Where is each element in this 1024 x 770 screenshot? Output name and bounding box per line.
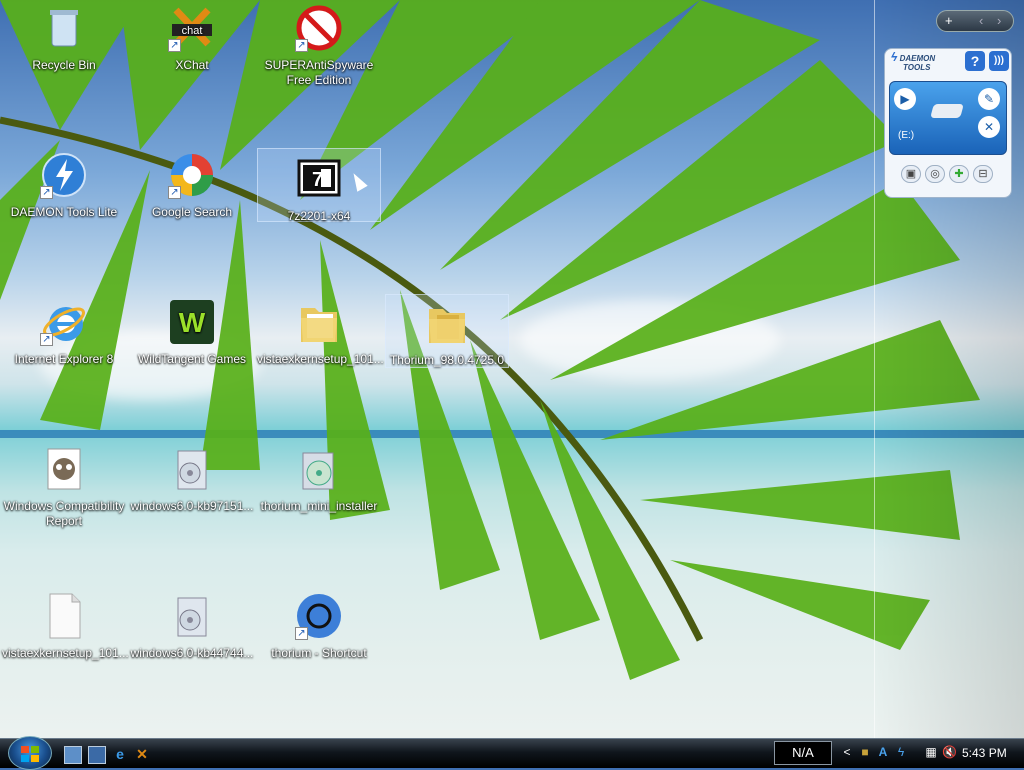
mount-image-icon[interactable]: ◎ <box>925 165 945 183</box>
wildtangent-icon: W <box>168 298 216 346</box>
start-button[interactable] <box>8 736 52 770</box>
desktop-icon-thorium-mini-installer[interactable]: thorium_mini_installer <box>257 445 381 525</box>
daemon-tools-icon: ϟ <box>891 50 898 64</box>
thorium-icon: ↗ <box>295 592 343 640</box>
add-drive-icon[interactable]: ✚ <box>949 165 969 183</box>
desktop-icon-thorium-folder[interactable]: Thorium_98.0.4725.0 <box>385 294 509 368</box>
desktop-icon-recycle-bin[interactable]: Recycle Bin <box>2 4 126 84</box>
desktop-icon-windows6-kb97151[interactable]: windows6.0-kb97151... <box>130 445 254 525</box>
superantispyware-icon: ↗ <box>295 4 343 52</box>
shortcut-arrow-icon: ↗ <box>40 186 53 199</box>
icon-label: vistaexkernsetup_101... <box>2 646 129 660</box>
desktop-icon-xchat[interactable]: chat ↗ XChat <box>130 4 254 84</box>
desktop-icon-google-search[interactable]: ↗ Google Search <box>130 151 254 231</box>
shortcut-arrow-icon: ↗ <box>295 627 308 640</box>
google-search-icon: ↗ <box>168 151 216 199</box>
desktop-icon-wildtangent[interactable]: W WildTangent Games <box>130 298 254 378</box>
rss-icon[interactable]: ))) <box>989 51 1009 71</box>
daemon-tools-icon: ↗ <box>40 151 88 199</box>
desktop-icon-vistaexkernsetup-file[interactable]: vistaexkernsetup_101... <box>2 592 129 672</box>
horizon-decoration <box>0 430 1024 438</box>
close-icon[interactable]: ✕ <box>978 116 1000 138</box>
sidebar-controls: + ‹ › <box>936 10 1014 32</box>
xchat-icon[interactable]: ✕ <box>134 746 150 762</box>
recycle-bin-icon <box>40 4 88 52</box>
icon-label: Thorium_98.0.4725.0 <box>389 353 505 367</box>
windows-logo-icon <box>21 746 39 762</box>
desktop-icon-folder[interactable]: vistaexkernsetup_101... <box>257 298 384 378</box>
internet-explorer-icon[interactable]: e <box>112 746 128 762</box>
daemon-tools-tray-icon[interactable]: ϟ <box>894 745 908 759</box>
folder-icon <box>423 299 471 347</box>
icon-label: DAEMON Tools Lite <box>10 205 118 219</box>
tray-status-box[interactable]: N/A <box>774 741 832 765</box>
desktop-icon-internet-explorer[interactable]: ↗ Internet Explorer 8 <box>2 298 126 378</box>
folder-icon <box>295 298 343 346</box>
add-gadget-button[interactable]: + <box>945 13 953 29</box>
installer-icon <box>295 445 343 493</box>
shortcut-arrow-icon: ↗ <box>168 186 181 199</box>
icon-label: SUPERAntiSpyware Free Edition <box>264 58 374 87</box>
shortcut-arrow-icon: ↗ <box>40 333 53 346</box>
xchat-icon: chat ↗ <box>168 4 216 52</box>
superantispyware-tray-icon[interactable]: ■ <box>858 745 872 759</box>
gadget-title-line2: TOOLS <box>903 63 931 72</box>
lock-icon[interactable]: ▣ <box>901 165 921 183</box>
shortcut-arrow-icon: ↗ <box>168 39 181 52</box>
daemon-tools-gadget: ϟ DAEMON TOOLS ? ))) ▶ ✎ ✕ (E:) ▣ ◎ ✚ ⊟ <box>884 48 1012 198</box>
help-button[interactable]: ? <box>965 51 985 71</box>
icon-label: Windows Compatibility Report <box>3 499 125 528</box>
drive-letter: (E:) <box>898 130 915 141</box>
next-gadgets-button[interactable]: › <box>997 13 1001 29</box>
icon-label: Recycle Bin <box>32 58 96 72</box>
chevron-left-icon[interactable]: < <box>840 745 854 759</box>
icon-label: Internet Explorer 8 <box>14 352 114 366</box>
desktop-icon-daemon-tools[interactable]: ↗ DAEMON Tools Lite <box>2 151 126 231</box>
shortcut-arrow-icon: ↗ <box>295 39 308 52</box>
gadget-title-line1: DAEMON <box>899 54 936 63</box>
icon-label: Google Search <box>151 205 233 219</box>
virtual-drive-panel[interactable]: ▶ ✎ ✕ (E:) <box>889 81 1007 155</box>
drive-icon <box>930 104 964 118</box>
previous-gadgets-button[interactable]: ‹ <box>979 13 983 29</box>
desktop-icon-superantispyware[interactable]: ↗ SUPERAntiSpyware Free Edition <box>257 4 381 87</box>
icon-label: vistaexkernsetup_101... <box>257 352 384 366</box>
taskbar: e ✕ N/A < ■ A ϟ ▦ 🔇 5:43 PM <box>0 736 1024 770</box>
cloud-decoration <box>520 300 780 380</box>
icon-label: thorium_mini_installer <box>260 499 378 513</box>
svg-text:chat: chat <box>182 25 203 37</box>
icon-label: windows6.0-kb97151... <box>130 499 254 513</box>
clock[interactable]: 5:43 PM <box>962 746 1007 760</box>
sidebar-divider <box>874 0 875 738</box>
network-icon[interactable]: ▦ <box>924 745 938 759</box>
show-desktop-icon[interactable] <box>64 746 82 764</box>
desktop-icon-windows6-kb44744[interactable]: windows6.0-kb44744... <box>130 592 254 672</box>
wrench-icon[interactable]: ✎ <box>978 88 1000 110</box>
internet-explorer-icon: ↗ <box>40 298 88 346</box>
gadget-title: ϟ DAEMON TOOLS <box>891 50 936 72</box>
volume-muted-icon[interactable]: 🔇 <box>942 745 957 759</box>
font-tray-icon[interactable]: A <box>876 745 890 759</box>
icon-label: thorium - Shortcut <box>271 646 367 660</box>
compatibility-report-icon <box>40 445 88 493</box>
icon-label: XChat <box>175 58 209 72</box>
play-icon[interactable]: ▶ <box>894 88 916 110</box>
svg-text:W: W <box>179 307 206 338</box>
installer-icon <box>168 445 216 493</box>
icon-label: 7z2201-x64 <box>287 209 351 223</box>
file-icon <box>40 592 88 640</box>
switch-windows-icon[interactable] <box>88 746 106 764</box>
icon-label: WildTangent Games <box>137 352 247 366</box>
unmount-icon[interactable]: ⊟ <box>973 165 993 183</box>
desktop-icon-thorium-shortcut[interactable]: ↗ thorium - Shortcut <box>257 592 381 672</box>
7zip-installer-icon: 7 <box>295 155 343 203</box>
installer-icon <box>168 592 216 640</box>
desktop-icon-compatibility-report[interactable]: Windows Compatibility Report <box>2 445 126 528</box>
icon-label: windows6.0-kb44744... <box>130 646 254 660</box>
